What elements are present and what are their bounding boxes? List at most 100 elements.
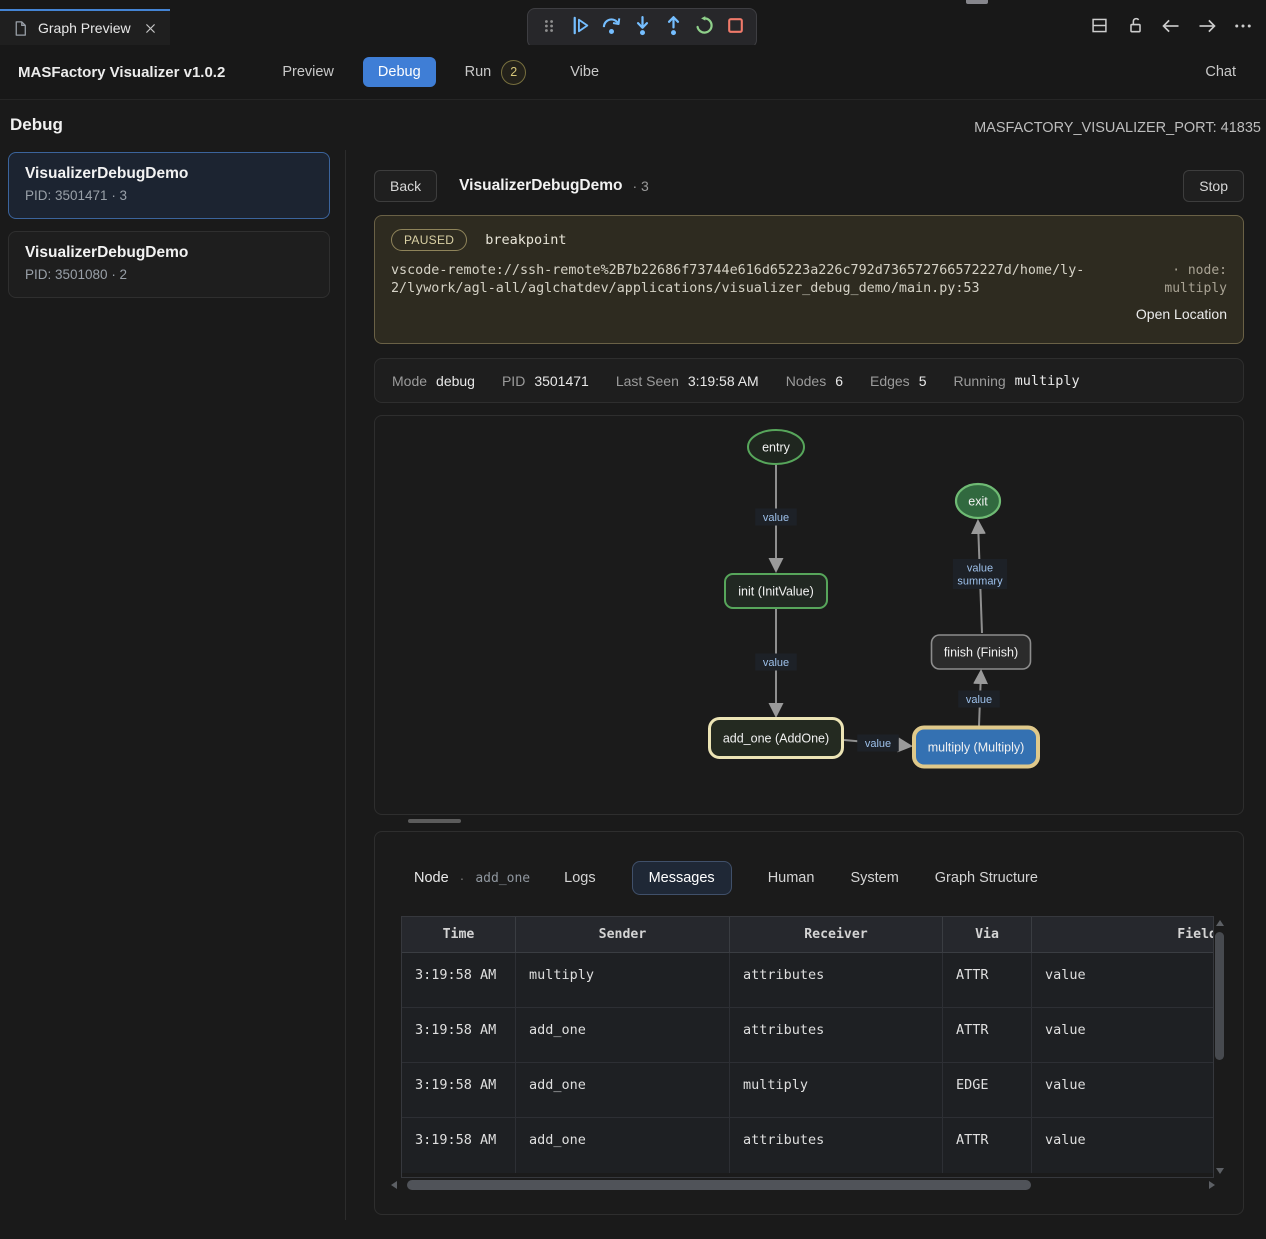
tab-graph-preview[interactable]: Graph Preview xyxy=(0,9,170,45)
panel-resize-handle[interactable] xyxy=(408,819,461,823)
svg-text:finish (Finish): finish (Finish) xyxy=(944,646,1018,660)
tab-graph-structure[interactable]: Graph Structure xyxy=(935,870,1038,886)
edge-label: value xyxy=(755,509,797,526)
graph-node-multiply[interactable]: multiply (Multiply) xyxy=(914,728,1038,767)
scroll-down-arrow[interactable] xyxy=(1216,1168,1224,1174)
split-editor-icon xyxy=(1090,16,1109,40)
status-label: Nodes xyxy=(786,373,826,389)
scroll-left-arrow[interactable] xyxy=(391,1181,397,1189)
arrow-left-button[interactable] xyxy=(1156,13,1186,43)
vertical-scroll-thumb[interactable] xyxy=(1215,932,1224,1060)
horizontal-scroll-thumb[interactable] xyxy=(407,1180,1031,1190)
tab-messages[interactable]: Messages xyxy=(632,861,732,895)
step-over-button[interactable] xyxy=(597,14,625,42)
nav-item-label: Preview xyxy=(282,64,334,80)
stop-icon xyxy=(725,15,746,41)
ellipsis-button[interactable] xyxy=(1228,13,1258,43)
svg-text:add_one (AddOne): add_one (AddOne) xyxy=(723,732,829,746)
debug-toolbar xyxy=(527,8,757,48)
port-label: MASFACTORY_VISUALIZER_PORT: 41835 xyxy=(974,120,1261,136)
svg-text:value: value xyxy=(966,694,992,706)
status-value: 5 xyxy=(919,373,927,389)
graph-node-init[interactable]: init (InitValue) xyxy=(725,574,827,608)
session-card[interactable]: VisualizerDebugDemoPID: 3501471 · 3 xyxy=(8,152,330,219)
arrow-right-icon xyxy=(1197,16,1217,41)
session-list: VisualizerDebugDemoPID: 3501471 · 3 Visua… xyxy=(8,152,330,310)
graph-canvas[interactable]: valuevaluevaluevaluevaluesummaryentryini… xyxy=(375,416,1243,814)
step-out-icon xyxy=(663,15,684,41)
graph-node-entry[interactable]: entry xyxy=(748,430,804,464)
table-vertical-scrollbar[interactable] xyxy=(1213,918,1227,1176)
step-into-button[interactable] xyxy=(628,14,656,42)
svg-text:entry: entry xyxy=(762,441,791,455)
tab-human[interactable]: Human xyxy=(768,870,815,886)
arrow-left-icon xyxy=(1161,16,1181,41)
table-horizontal-scrollbar[interactable] xyxy=(391,1178,1215,1192)
column-header-time: Time xyxy=(402,917,516,953)
split-editor-button[interactable] xyxy=(1084,13,1114,43)
status-label: Last Seen xyxy=(616,373,679,389)
restart-icon xyxy=(694,15,715,41)
scroll-right-arrow[interactable] xyxy=(1209,1181,1215,1189)
status-value: debug xyxy=(436,373,475,389)
back-button[interactable]: Back xyxy=(374,170,437,202)
svg-text:value: value xyxy=(763,512,789,524)
svg-text:init (InitValue): init (InitValue) xyxy=(738,585,814,599)
stop-button[interactable] xyxy=(721,14,749,42)
status-label: Edges xyxy=(870,373,910,389)
drag-handle-button[interactable] xyxy=(535,14,563,42)
paused-banner-body: vscode-remote://ssh-remote%2B7b22686f737… xyxy=(391,262,1227,298)
scroll-up-arrow[interactable] xyxy=(1216,920,1224,926)
table-cell: value xyxy=(1032,953,1215,1008)
column-header-field: Field xyxy=(1032,917,1215,953)
graph-node-finish[interactable]: finish (Finish) xyxy=(932,635,1031,669)
graph-node-exit[interactable]: exit xyxy=(956,484,1000,518)
step-into-icon xyxy=(632,15,653,41)
continue-button[interactable] xyxy=(566,14,594,42)
top-scroll-indicator xyxy=(966,0,988,4)
nav-item-preview[interactable]: Preview xyxy=(267,57,349,87)
window-controls xyxy=(1084,8,1258,48)
column-header-receiver: Receiver xyxy=(730,917,943,953)
graph-node-add_one[interactable]: add_one (AddOne) xyxy=(710,719,843,758)
breakpoint-location: vscode-remote://ssh-remote%2B7b22686f737… xyxy=(391,262,1097,298)
messages-table: TimeSenderReceiverViaField3:19:58 AMmult… xyxy=(402,917,1214,1173)
inspector-panel: Node · add_one LogsMessagesHumanSystemGr… xyxy=(374,831,1244,1215)
sidebar-divider xyxy=(345,150,346,1220)
status-value: 3:19:58 AM xyxy=(688,373,759,389)
ellipsis-icon xyxy=(1233,16,1253,41)
table-cell: 3:19:58 AM xyxy=(402,1008,516,1063)
session-card[interactable]: VisualizerDebugDemoPID: 3501080 · 2 xyxy=(8,231,330,298)
session-pid: PID: 3501080 · 2 xyxy=(25,267,313,282)
app-navbar: MASFactory Visualizer v1.0.2 PreviewDebu… xyxy=(0,45,1266,100)
table-cell: multiply xyxy=(516,953,730,1008)
tab-system[interactable]: System xyxy=(850,870,898,886)
restart-button[interactable] xyxy=(690,14,718,42)
table-row: 3:19:58 AMmultiplyattributesATTRvalue xyxy=(402,953,1214,1008)
open-location-button[interactable]: Open Location xyxy=(1136,306,1227,322)
tab-logs[interactable]: Logs xyxy=(564,870,595,886)
nav-item-run[interactable]: Run2 xyxy=(450,53,542,92)
debug-page: Debug MASFACTORY_VISUALIZER_PORT: 41835 … xyxy=(0,100,1266,1239)
nav-item-debug[interactable]: Debug xyxy=(363,57,436,87)
arrow-right-button[interactable] xyxy=(1192,13,1222,43)
unlock-icon xyxy=(1126,16,1145,40)
table-cell: 3:19:58 AM xyxy=(402,1063,516,1118)
svg-text:value: value xyxy=(763,657,789,669)
nav-item-vibe[interactable]: Vibe xyxy=(555,57,614,87)
tab-title: Graph Preview xyxy=(38,20,131,36)
table-cell: add_one xyxy=(516,1118,730,1173)
edge-label: value xyxy=(755,654,797,671)
step-out-button[interactable] xyxy=(659,14,687,42)
svg-text:exit: exit xyxy=(968,495,988,509)
unlock-button[interactable] xyxy=(1120,13,1150,43)
table-cell: ATTR xyxy=(943,953,1032,1008)
table-header-row: TimeSenderReceiverViaField xyxy=(402,917,1214,953)
status-item-pid: PID3501471 xyxy=(502,373,589,389)
nav-item-chat[interactable]: Chat xyxy=(1205,64,1248,80)
close-icon[interactable] xyxy=(143,21,158,36)
stop-button[interactable]: Stop xyxy=(1183,170,1244,202)
status-value: 3501471 xyxy=(534,373,589,389)
session-title: VisualizerDebugDemo xyxy=(459,177,622,195)
status-label: Running xyxy=(953,373,1005,389)
